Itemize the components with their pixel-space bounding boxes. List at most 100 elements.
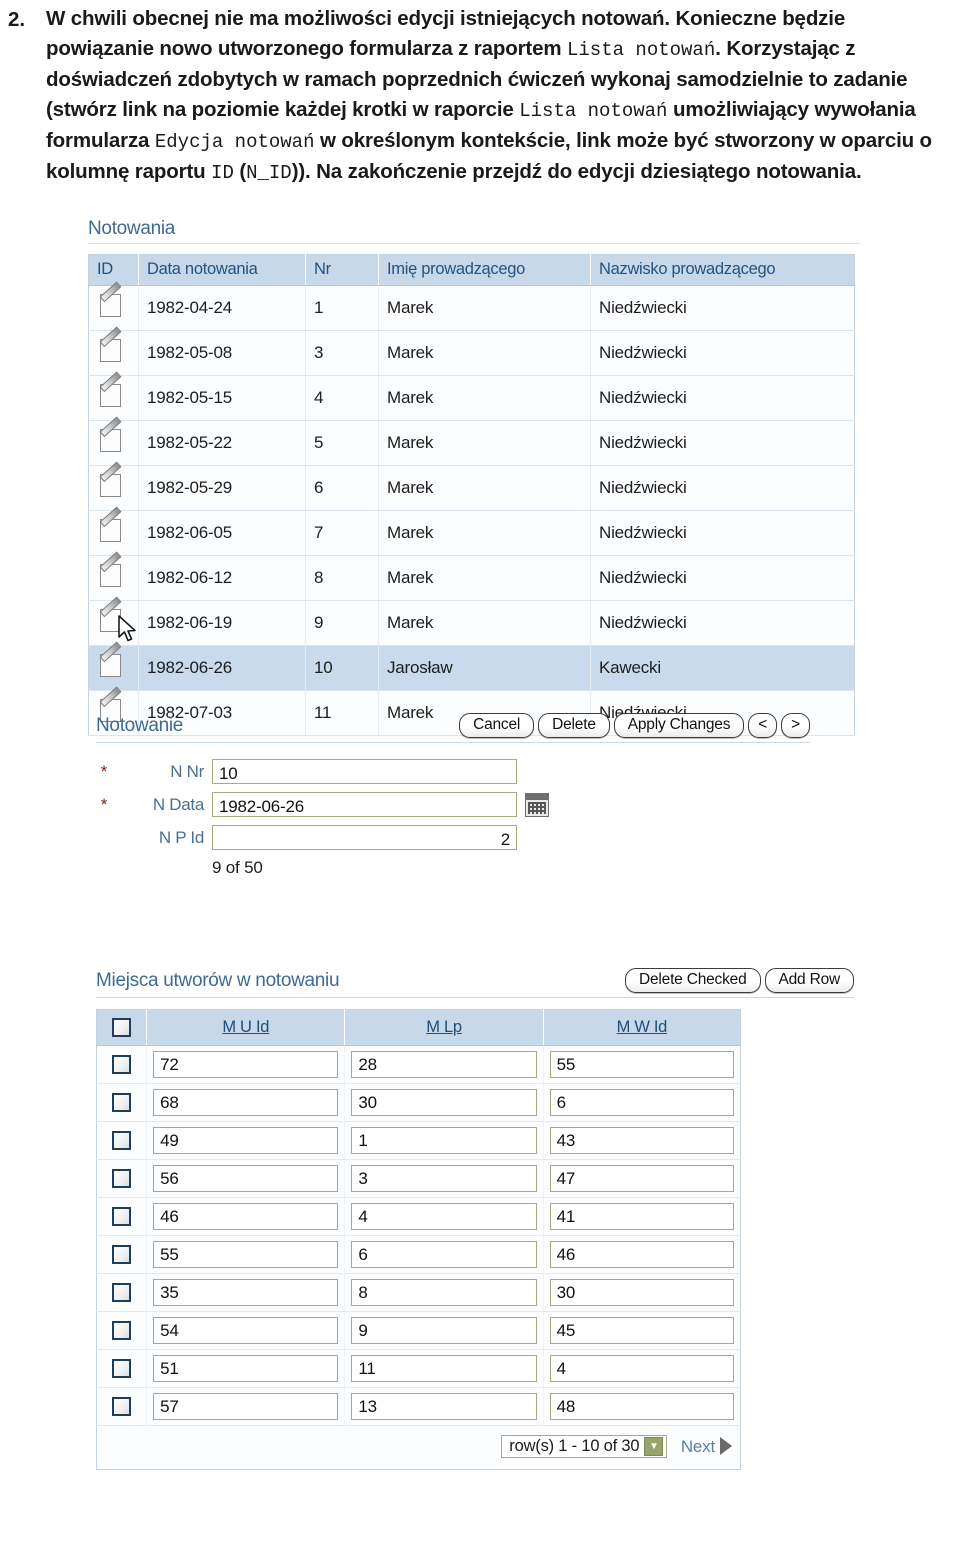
edit-pencil-icon[interactable] bbox=[99, 326, 125, 363]
form-button-bar: Cancel Delete Apply Changes < > bbox=[455, 713, 810, 738]
tabular-cell-m-u-id-input[interactable]: 46 bbox=[153, 1203, 339, 1230]
apply-changes-button[interactable]: Apply Changes bbox=[613, 713, 745, 738]
tabular-cell-m-w-id-input[interactable]: 47 bbox=[549, 1165, 734, 1192]
tabular-cell-m-u-id: 57 bbox=[146, 1387, 346, 1426]
tabular-cell-m-w-id-input[interactable]: 4 bbox=[549, 1355, 734, 1382]
tabular-cell-m-w-id: 41 bbox=[543, 1197, 741, 1236]
tabular-cell-m-u-id-input[interactable]: 51 bbox=[153, 1355, 339, 1382]
report-row[interactable]: 1982-06-12 8 Marek Niedźwiecki bbox=[88, 551, 855, 601]
report-column-data[interactable]: Data notowania bbox=[138, 254, 306, 286]
report-row[interactable]: 1982-06-26 10 Jarosław Kawecki bbox=[88, 641, 855, 691]
report-row[interactable]: 1982-06-19 9 Marek Niedźwiecki bbox=[88, 596, 855, 646]
report-row[interactable]: 1982-05-22 5 Marek Niedźwiecki bbox=[88, 416, 855, 466]
tabular-column-link-m-w-id[interactable]: M W Id bbox=[617, 1018, 668, 1036]
tabular-row: 56 3 47 bbox=[96, 1159, 741, 1198]
form-field-input[interactable]: 1982-06-26 bbox=[212, 792, 517, 817]
edit-pencil-icon[interactable] bbox=[99, 461, 125, 498]
tabular-cell-m-lp-input[interactable]: 9 bbox=[351, 1317, 537, 1344]
report-row[interactable]: 1982-05-08 3 Marek Niedźwiecki bbox=[88, 326, 855, 376]
row-select-checkbox[interactable] bbox=[112, 1131, 132, 1150]
tabular-cell-m-u-id-input[interactable]: 35 bbox=[153, 1279, 339, 1306]
tabular-cell-m-u-id-input[interactable]: 72 bbox=[153, 1051, 339, 1078]
tabular-cell-m-u-id-input[interactable]: 57 bbox=[153, 1393, 339, 1420]
row-select-checkbox[interactable] bbox=[112, 1321, 132, 1340]
tabular-cell-m-w-id-input[interactable]: 6 bbox=[549, 1089, 734, 1116]
tabular-cell-m-u-id-input[interactable]: 54 bbox=[153, 1317, 339, 1344]
report-cell-data: 1982-06-12 bbox=[138, 555, 306, 601]
tabular-cell-m-w-id-input[interactable]: 46 bbox=[549, 1241, 734, 1268]
tabular-cell-m-lp-input[interactable]: 4 bbox=[351, 1203, 537, 1230]
tabular-column-link-m-lp[interactable]: M Lp bbox=[426, 1018, 462, 1036]
tabular-cell-m-lp-input[interactable]: 30 bbox=[351, 1089, 537, 1116]
edit-pencil-icon[interactable] bbox=[99, 641, 125, 678]
delete-checked-button[interactable]: Delete Checked bbox=[625, 968, 761, 993]
row-select-checkbox[interactable] bbox=[112, 1359, 132, 1378]
tabular-cell-m-w-id-input[interactable]: 45 bbox=[549, 1317, 734, 1344]
tabular-cell-m-lp-input[interactable]: 28 bbox=[351, 1051, 537, 1078]
pagination-select[interactable]: row(s) 1 - 10 of 30 ▼ bbox=[501, 1435, 668, 1458]
form-field-label: N Data bbox=[152, 794, 204, 814]
next-record-button[interactable]: > bbox=[781, 713, 810, 738]
row-select-checkbox[interactable] bbox=[112, 1055, 132, 1074]
tabular-cell-m-w-id-input[interactable]: 41 bbox=[549, 1203, 734, 1230]
report-column-nazwisko[interactable]: Nazwisko prowadzącego bbox=[590, 254, 855, 286]
report-row[interactable]: 1982-05-29 6 Marek Niedźwiecki bbox=[88, 461, 855, 511]
cancel-button[interactable]: Cancel bbox=[459, 713, 535, 738]
tabular-cell-m-w-id-input[interactable]: 55 bbox=[549, 1051, 734, 1078]
form-field-input[interactable]: 10 bbox=[212, 759, 517, 784]
form-field-input[interactable]: 2 bbox=[212, 825, 517, 850]
delete-button[interactable]: Delete bbox=[538, 713, 610, 738]
report-row[interactable]: 1982-04-24 1 Marek Niedźwiecki bbox=[88, 281, 855, 331]
edit-pencil-icon[interactable] bbox=[99, 551, 125, 588]
tabular-cell-m-u-id: 46 bbox=[146, 1197, 346, 1236]
tabular-region-header: Miejsca utworów w notowaniu Delete Check… bbox=[96, 968, 854, 998]
edit-pencil-icon[interactable] bbox=[99, 416, 125, 453]
report-cell-nr: 7 bbox=[305, 510, 379, 556]
tabular-cell-m-u-id: 35 bbox=[146, 1273, 346, 1312]
tabular-cell-m-lp-input[interactable]: 6 bbox=[351, 1241, 537, 1268]
report-row[interactable]: 1982-06-05 7 Marek Niedźwiecki bbox=[88, 506, 855, 556]
tabular-cell-m-lp-input[interactable]: 1 bbox=[351, 1127, 537, 1154]
report-column-imie[interactable]: Imię prowadzącego bbox=[378, 254, 591, 286]
tabular-cell-m-w-id-input[interactable]: 30 bbox=[549, 1279, 734, 1306]
add-row-button[interactable]: Add Row bbox=[764, 968, 854, 993]
tabular-cell-m-u-id-input[interactable]: 68 bbox=[153, 1089, 339, 1116]
tabular-pagination-cell: row(s) 1 - 10 of 30 ▼ Next bbox=[96, 1425, 741, 1470]
tabular-row: 55 6 46 bbox=[96, 1235, 741, 1274]
row-select-checkbox[interactable] bbox=[112, 1397, 132, 1416]
report-cell-nr: 6 bbox=[305, 465, 379, 511]
tabular-cell-m-w-id-input[interactable]: 43 bbox=[549, 1127, 734, 1154]
tabular-cell-m-lp-input[interactable]: 13 bbox=[351, 1393, 537, 1420]
tabular-column-link-m-u-id[interactable]: M U Id bbox=[222, 1018, 269, 1036]
previous-record-button[interactable]: < bbox=[748, 713, 778, 738]
tabular-cell-m-w-id: 6 bbox=[543, 1083, 741, 1122]
report-cell-nazwisko: Niedźwiecki bbox=[590, 420, 855, 466]
pagination-range-label: row(s) 1 - 10 of 30 bbox=[509, 1437, 640, 1455]
tabular-cell-m-u-id-input[interactable]: 56 bbox=[153, 1165, 339, 1192]
edit-pencil-icon[interactable] bbox=[99, 281, 125, 318]
report-column-nr[interactable]: Nr bbox=[305, 254, 379, 286]
tabular-row: 68 30 6 bbox=[96, 1083, 741, 1122]
row-select-checkbox[interactable] bbox=[112, 1245, 132, 1264]
select-all-checkbox[interactable] bbox=[112, 1018, 132, 1037]
tabular-cell-m-u-id-input[interactable]: 55 bbox=[153, 1241, 339, 1268]
tabular-cell-m-u-id-input[interactable]: 49 bbox=[153, 1127, 339, 1154]
report-row[interactable]: 1982-05-15 4 Marek Niedźwiecki bbox=[88, 371, 855, 421]
tabular-cell-checkbox bbox=[96, 1273, 148, 1312]
tabular-cell-m-w-id-input[interactable]: 48 bbox=[549, 1393, 734, 1420]
tabular-cell-m-lp-input[interactable]: 11 bbox=[351, 1355, 537, 1382]
edit-pencil-icon[interactable] bbox=[99, 371, 125, 408]
calendar-icon[interactable] bbox=[525, 792, 549, 817]
instruction-segment-1: Lista notowań bbox=[567, 39, 716, 61]
tabular-cell-m-lp-input[interactable]: 3 bbox=[351, 1165, 537, 1192]
next-page-link[interactable]: Next bbox=[681, 1436, 732, 1456]
row-select-checkbox[interactable] bbox=[112, 1169, 132, 1188]
tabular-cell-m-lp-input[interactable]: 8 bbox=[351, 1279, 537, 1306]
edit-pencil-icon[interactable] bbox=[99, 506, 125, 543]
row-select-checkbox[interactable] bbox=[112, 1283, 132, 1302]
row-select-checkbox[interactable] bbox=[112, 1093, 132, 1112]
report-column-id[interactable]: ID bbox=[88, 254, 139, 286]
chevron-down-icon[interactable]: ▼ bbox=[644, 1437, 664, 1456]
tabular-cell-m-u-id: 68 bbox=[146, 1083, 346, 1122]
row-select-checkbox[interactable] bbox=[112, 1207, 132, 1226]
